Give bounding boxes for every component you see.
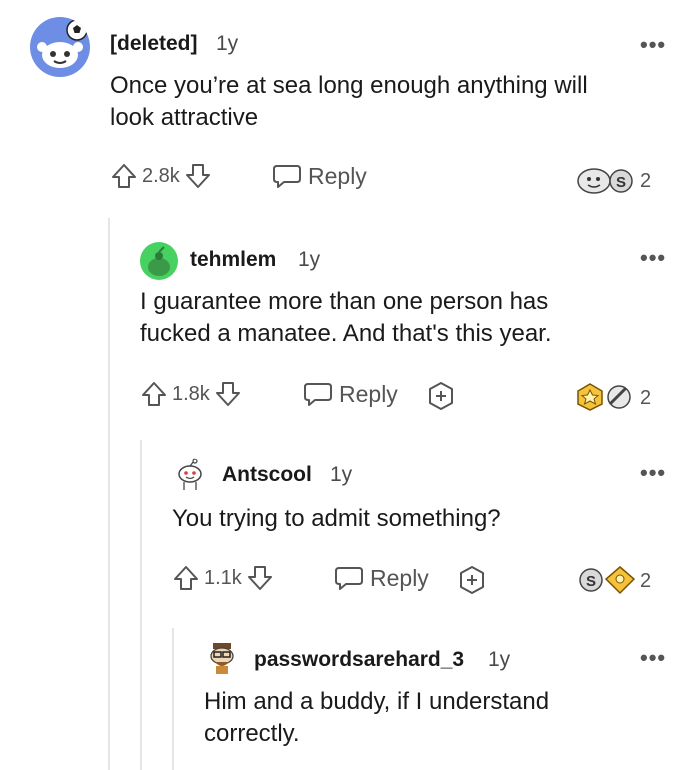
comment-body-line: look attractive: [110, 104, 259, 131]
comment-age: 1y: [216, 32, 239, 55]
upvote-icon[interactable]: [172, 564, 200, 592]
reply-button[interactable]: Reply: [272, 162, 367, 190]
comment-body: You trying to admit something?: [172, 503, 501, 535]
reply-label: Reply: [339, 380, 398, 407]
reply-button[interactable]: Reply: [303, 380, 398, 408]
comment-body: Him and a buddy, if I understand correct…: [204, 686, 549, 750]
snoo-icon: [210, 643, 234, 674]
avatar-antscool[interactable]: [172, 458, 208, 494]
snoo-icon: [178, 458, 202, 490]
soccer-ball-icon: [66, 19, 88, 41]
speech-bubble-icon: [273, 165, 301, 188]
silver-award-icon[interactable]: S: [578, 565, 604, 595]
award-count: 2: [640, 387, 652, 409]
speech-bubble-icon: [304, 383, 332, 406]
give-award-icon[interactable]: [426, 381, 456, 411]
downvote-icon[interactable]: [246, 564, 274, 592]
comment-username[interactable]: tehmlem: [190, 248, 276, 272]
avatar-passwordsarehard[interactable]: [204, 640, 240, 676]
comment-body: I guarantee more than one person has fuc…: [140, 286, 552, 350]
thread-line-level-3[interactable]: [172, 628, 174, 770]
gold-award-icon[interactable]: [604, 565, 636, 595]
upvote-icon[interactable]: [140, 380, 168, 408]
reply-label: Reply: [308, 162, 367, 189]
avatar-tehmlem[interactable]: [140, 242, 178, 280]
award-icon[interactable]: [576, 166, 612, 196]
comment-username[interactable]: [deleted]: [110, 32, 198, 56]
comment-body-line: You trying to admit something?: [172, 505, 501, 532]
reply-button[interactable]: Reply: [334, 564, 429, 592]
more-dots-icon[interactable]: •••: [640, 245, 666, 271]
vote-count: 1.8k: [172, 382, 210, 405]
vote-controls: 1.1k: [172, 564, 274, 592]
speech-bubble-icon: [335, 567, 363, 590]
vote-controls: 1.8k: [140, 380, 242, 408]
comment-username[interactable]: Antscool: [222, 463, 312, 487]
comment-body-line: I guarantee more than one person has: [140, 288, 549, 315]
give-award-icon[interactable]: [457, 565, 487, 595]
reply-label: Reply: [370, 564, 429, 591]
svg-text:S: S: [586, 573, 596, 590]
thread-line-level-2[interactable]: [140, 440, 142, 770]
comment-age: 1y: [298, 248, 321, 271]
vote-count: 2.8k: [142, 164, 180, 187]
vote-count: 1.1k: [204, 566, 242, 589]
facepalm-award-icon[interactable]: [604, 382, 634, 412]
gold-star-award-icon[interactable]: [575, 382, 605, 412]
comment-body-line: Him and a buddy, if I understand: [204, 688, 550, 715]
more-dots-icon[interactable]: •••: [640, 32, 666, 58]
award-count: 2: [640, 170, 652, 192]
comment-body: Once you’re at sea long enough anything …: [110, 70, 588, 134]
svg-text:S: S: [616, 174, 626, 191]
upvote-icon[interactable]: [110, 162, 138, 190]
avatar-deleted[interactable]: [30, 17, 90, 77]
snoo-icon: [148, 246, 170, 276]
downvote-icon[interactable]: [214, 380, 242, 408]
more-dots-icon[interactable]: •••: [640, 645, 666, 671]
thread-line-level-1[interactable]: [108, 218, 110, 770]
comment-age: 1y: [330, 463, 353, 486]
more-dots-icon[interactable]: •••: [640, 460, 666, 486]
comment-body-line: correctly.: [204, 720, 300, 747]
award-count: 2: [640, 570, 652, 592]
comment-username[interactable]: passwordsarehard_3: [254, 648, 464, 672]
vote-controls: 2.8k: [110, 162, 212, 190]
silver-award-icon[interactable]: S: [608, 166, 634, 196]
comment-body-line: Once you’re at sea long enough anything …: [110, 72, 588, 99]
downvote-icon[interactable]: [184, 162, 212, 190]
comment-age: 1y: [488, 648, 511, 671]
comment-body-line: fucked a manatee. And that's this year.: [140, 320, 552, 347]
